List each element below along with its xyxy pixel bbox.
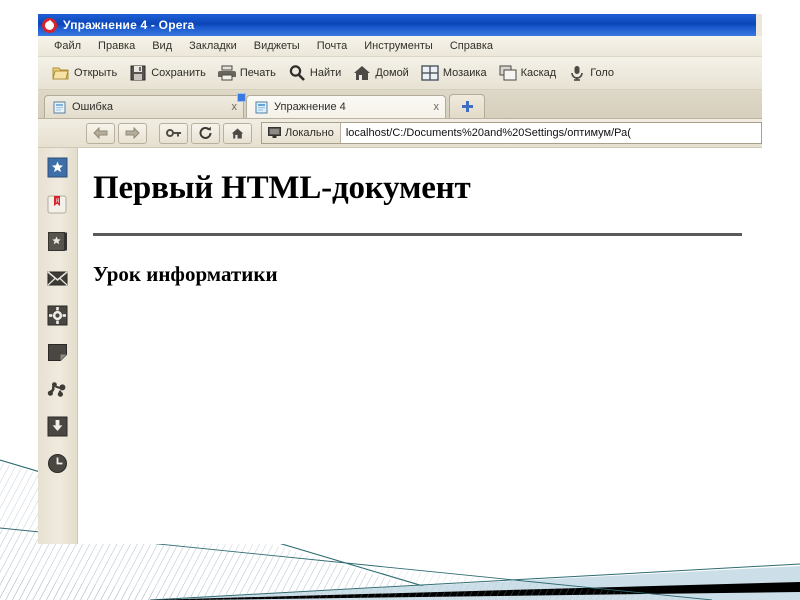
security-badge: Локально (262, 123, 341, 143)
menu-item-tools[interactable]: Инструменты (356, 38, 442, 54)
toolbar-tile-button[interactable]: Мозаика (415, 62, 493, 84)
window-title: Упражнение 4 - Opera (63, 18, 195, 32)
monitor-icon (268, 127, 281, 138)
home-icon (354, 66, 371, 80)
toolbar-home-button[interactable]: Домой (347, 62, 415, 84)
page-divider (93, 233, 742, 236)
back-arrow-icon (93, 127, 108, 139)
menu-item-bookmarks[interactable]: Закладки (181, 38, 246, 54)
toolbar-cascade-label: Каскад (520, 67, 557, 79)
toolbar-voice-label: Голо (590, 67, 614, 79)
toolbar-print-label: Печать (239, 67, 276, 79)
page-icon (255, 101, 268, 113)
new-tab-button[interactable] (449, 94, 485, 118)
page-viewport: Первый HTML-документ Урок информатики (78, 148, 762, 544)
floppy-disk-icon (130, 65, 146, 81)
tab-oshibka[interactable]: Ошибка x (44, 93, 246, 118)
browser-window: Упражнение 4 - Opera Файл Правка Вид Зак… (38, 14, 762, 544)
main-toolbar: Открыть Сохранить Печать Найти Домой Моз… (38, 57, 762, 90)
toolbar-tile-label: Мозаика (442, 67, 487, 79)
links-icon[interactable] (47, 379, 68, 400)
toolbar-find-label: Найти (309, 67, 342, 79)
download-arrow-icon[interactable] (47, 416, 68, 437)
folder-icon (52, 67, 69, 80)
reload-button[interactable] (191, 122, 220, 144)
home-button[interactable] (223, 122, 252, 144)
tab-oshibka-close-icon[interactable]: x (232, 101, 238, 113)
home-icon (231, 127, 244, 139)
menu-item-edit[interactable]: Правка (90, 38, 144, 54)
bookmarks-book-icon[interactable] (47, 231, 68, 252)
title-bar: Упражнение 4 - Opera (38, 14, 756, 36)
security-badge-label: Локально (285, 127, 334, 139)
notes-icon[interactable] (47, 342, 68, 363)
cascade-windows-icon (499, 65, 517, 81)
mail-envelope-icon[interactable] (47, 268, 68, 289)
toolbar-cascade-button[interactable]: Каскад (493, 62, 563, 84)
reload-icon (199, 126, 212, 139)
tab-uprazhnenie-4-label: Упражнение 4 (274, 101, 346, 113)
toolbar-save-button[interactable]: Сохранить (123, 62, 212, 84)
panel-sidebar: Я (38, 148, 78, 544)
tab-oshibka-label: Ошибка (72, 101, 113, 113)
opera-logo-icon (42, 17, 57, 33)
page-title: Первый HTML-документ (93, 170, 471, 206)
tab-uprazhnenie-4[interactable]: Упражнение 4 x (246, 95, 446, 118)
search-icon (289, 65, 305, 81)
microphone-icon (571, 66, 584, 81)
page-icon (53, 101, 66, 113)
opera-link-icon[interactable]: Я (47, 194, 68, 215)
panel-star-blue-icon[interactable] (47, 157, 68, 178)
menu-bar: Файл Правка Вид Закладки Виджеты Почта И… (38, 36, 762, 57)
tile-windows-icon (421, 65, 439, 81)
toolbar-print-button[interactable]: Печать (212, 62, 282, 84)
menu-item-widgets[interactable]: Виджеты (246, 38, 309, 54)
menu-item-help[interactable]: Справка (442, 38, 502, 54)
clock-icon[interactable] (47, 453, 68, 474)
security-key-button[interactable] (159, 122, 188, 144)
toolbar-save-label: Сохранить (151, 67, 206, 79)
svg-text:Я: Я (55, 199, 59, 205)
plus-icon (461, 101, 473, 112)
menu-item-mail[interactable]: Почта (309, 38, 357, 54)
page-paragraph: Урок информатики (93, 262, 278, 286)
tab-strip: Ошибка x Упражнение 4 x (38, 90, 762, 119)
toolbar-tile-home-label: Домой (375, 67, 409, 79)
address-bar: Локально localhost/C:/Documents%20and%20… (38, 119, 762, 148)
tab-uprazhnenie-4-close-icon[interactable]: x (434, 101, 440, 113)
key-icon (165, 129, 181, 137)
toolbar-open-button[interactable]: Открыть (46, 62, 123, 84)
url-bar[interactable]: Локально localhost/C:/Documents%20and%20… (261, 122, 762, 144)
forward-button[interactable] (118, 122, 147, 144)
toolbar-voice-button[interactable]: Голо (562, 62, 620, 84)
toolbar-open-label: Открыть (74, 67, 118, 79)
printer-icon (217, 65, 236, 81)
gear-icon[interactable] (47, 305, 68, 326)
toolbar-find-button[interactable]: Найти (282, 62, 347, 84)
menu-item-file[interactable]: Файл (46, 38, 90, 54)
menu-item-view[interactable]: Вид (144, 38, 181, 54)
browser-body: Я Первый HTML-документ Урок информатики (38, 148, 762, 544)
tab-badge-icon (237, 93, 246, 102)
back-button[interactable] (86, 122, 115, 144)
url-text: localhost/C:/Documents%20and%20Settings/… (345, 127, 631, 139)
forward-arrow-icon (125, 127, 140, 139)
slide-canvas: Упражнение 4 - Opera Файл Правка Вид Зак… (0, 0, 800, 600)
